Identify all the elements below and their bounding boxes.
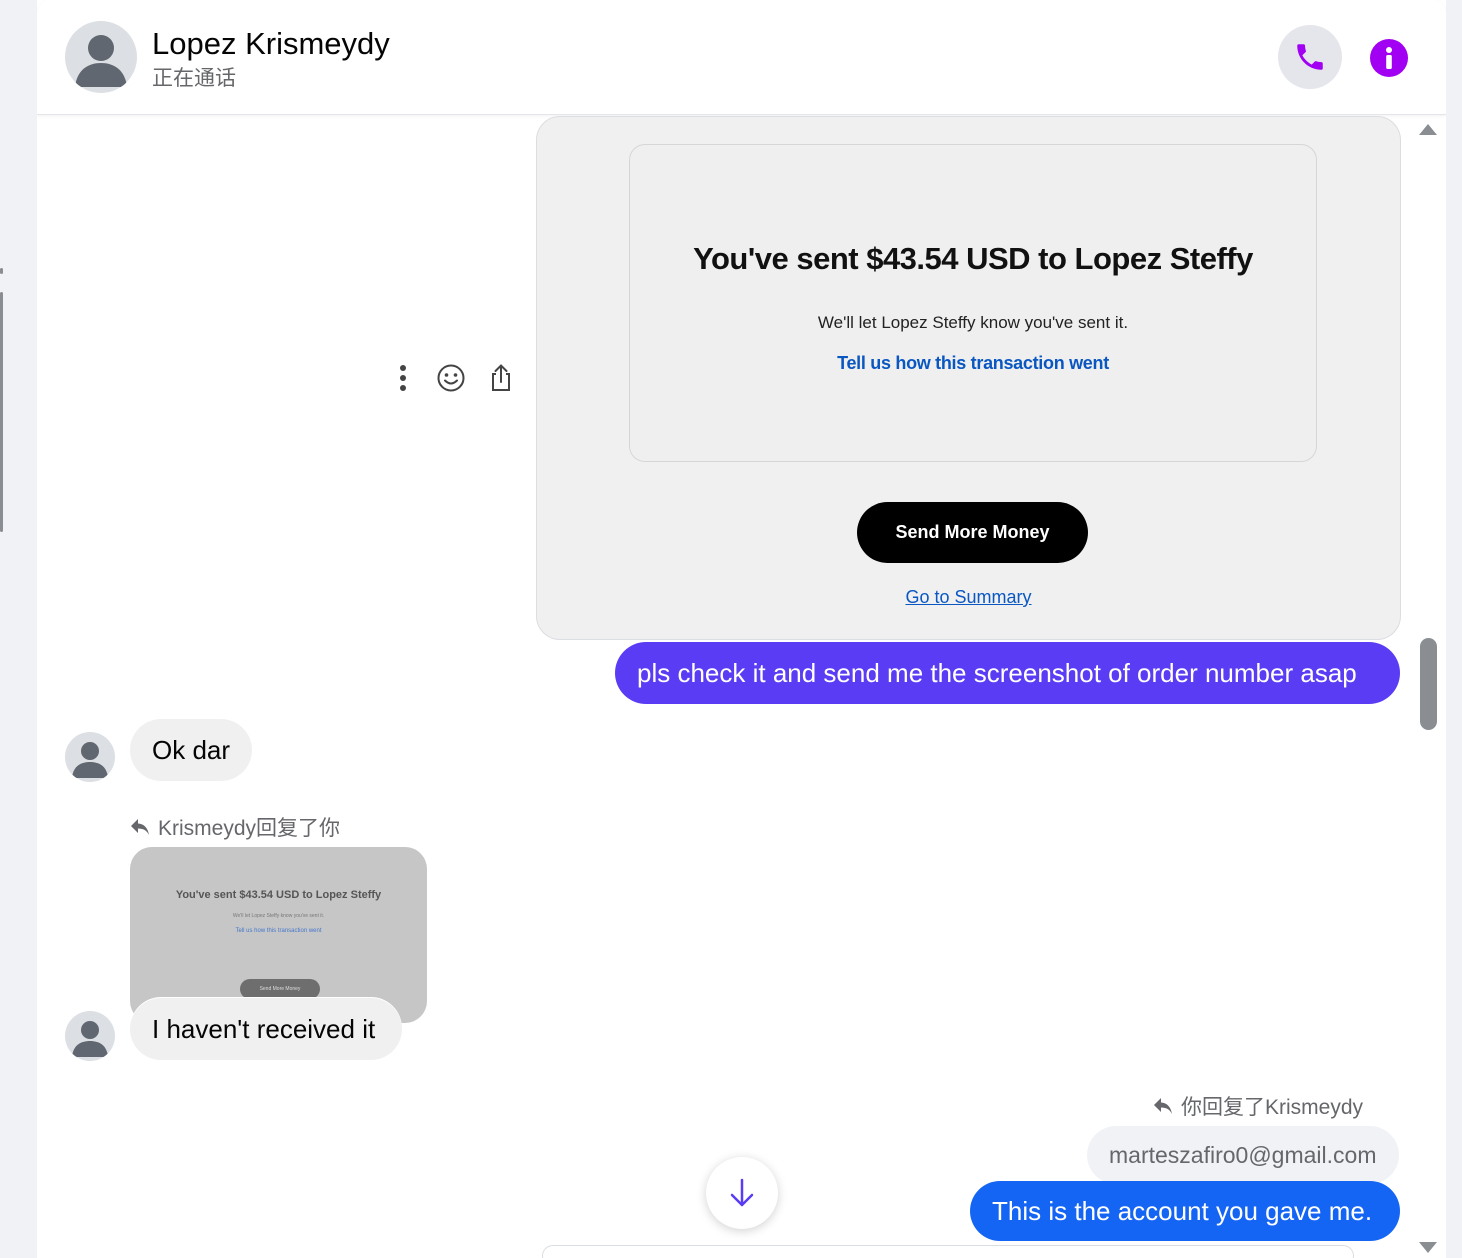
message-incoming[interactable]: Ok dar [130,719,252,781]
contact-name[interactable]: Lopez Krismeydy [152,26,390,62]
go-to-summary-link[interactable]: Go to Summary [537,587,1400,608]
message-outgoing[interactable]: pls check it and send me the screenshot … [615,642,1400,704]
next-message-preview [542,1245,1354,1258]
payment-title: You've sent $43.54 USD to Lopez Steffy [693,241,1253,276]
arrow-down-icon [730,1178,754,1207]
thumbnail-subtitle: We'll let Lopez Steffy know you've sent … [232,913,325,919]
message-outgoing[interactable]: This is the account you gave me. [970,1181,1400,1241]
send-more-money-button[interactable]: Send More Money [857,502,1088,563]
reply-label: 你回复了Krismeydy [1181,1096,1364,1119]
phone-icon [1297,44,1323,70]
scroll-to-bottom-button[interactable] [706,1157,778,1229]
feedback-link[interactable]: Tell us how this transaction went [630,353,1316,374]
scrollbar-thumb[interactable] [1420,638,1437,730]
reply-label: Krismeydy回复了你 [158,817,341,840]
thumbnail-button: Send More Money [240,979,320,999]
share-button[interactable] [485,360,517,396]
window-edge-marker [0,268,3,274]
reply-icon [131,819,149,835]
more-button[interactable] [387,360,419,396]
contact-avatar[interactable] [65,21,137,93]
emoji-icon [437,364,465,392]
user-silhouette-icon [75,35,127,87]
reply-indicator: 你回复了Krismeydy [1153,1091,1363,1121]
sender-avatar[interactable] [65,1011,115,1061]
reply-indicator: Krismeydy回复了你 [130,812,340,842]
quoted-message[interactable]: marteszafiro0@gmail.com [1087,1126,1399,1184]
info-button[interactable] [1370,39,1408,77]
thumbnail-title: You've sent $43.54 USD to Lopez Steffy [175,889,382,901]
message-actions [387,360,527,396]
payment-confirmation: You've sent $43.54 USD to Lopez Steffy W… [629,144,1317,462]
user-silhouette-icon [72,1021,108,1057]
share-icon [492,364,510,391]
scroll-up-arrow[interactable] [1419,124,1437,135]
call-button[interactable] [1278,25,1342,89]
window-resize-edge[interactable] [0,292,3,532]
user-silhouette-icon [72,742,108,778]
message-incoming[interactable]: I haven't received it [130,998,402,1060]
reply-icon [1154,1098,1172,1114]
thumbnail-link: Tell us how this transaction went [235,928,322,934]
replied-image-thumbnail[interactable]: You've sent $43.54 USD to Lopez Steffy W… [130,847,427,1023]
shared-payment-card[interactable]: You've sent $43.54 USD to Lopez Steffy W… [536,116,1401,640]
chat-panel: Lopez Krismeydy 正在通话 You've sent $43.54 … [37,0,1446,1258]
more-vertical-icon [400,365,406,391]
react-button[interactable] [435,360,467,396]
info-icon [1386,47,1392,69]
scroll-down-arrow[interactable] [1419,1242,1437,1253]
call-status: 正在通话 [152,67,236,90]
sender-avatar[interactable] [65,732,115,782]
payment-subtitle: We'll let Lopez Steffy know you've sent … [817,313,1129,332]
go-to-summary-label[interactable]: Go to Summary [905,587,1031,607]
chat-header: Lopez Krismeydy 正在通话 [37,0,1446,115]
